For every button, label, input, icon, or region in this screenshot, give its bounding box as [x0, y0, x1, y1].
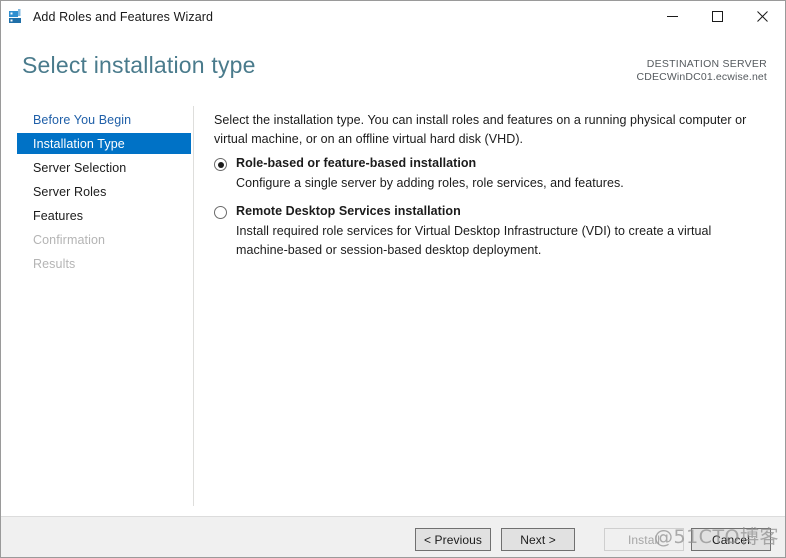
sidebar-item-server-roles[interactable]: Server Roles [17, 181, 191, 202]
wizard-window: Add Roles and Features Wizard Select ins… [0, 0, 786, 558]
option-role-based-description: Configure a single server by adding role… [236, 176, 624, 190]
sidebar-item-confirmation: Confirmation [33, 232, 106, 247]
option-remote-desktop-description: Install required role services for Virtu… [236, 224, 712, 257]
option-remote-desktop-label: Remote Desktop Services installation [236, 204, 461, 218]
footer-bar: < Previous Next > Install Cancel [1, 517, 785, 557]
previous-button[interactable]: < Previous [415, 528, 491, 551]
radio-role-based[interactable] [214, 158, 227, 171]
window-controls [650, 1, 785, 32]
install-button: Install [604, 528, 684, 551]
next-button[interactable]: Next > [501, 528, 575, 551]
destination-server-block: DESTINATION SERVER CDECWinDC01.ecwise.ne… [636, 58, 767, 85]
body-area: Before You Begin Installation Type Serve… [1, 101, 785, 512]
cancel-button[interactable]: Cancel [691, 528, 771, 551]
radio-remote-desktop[interactable] [214, 206, 227, 219]
option-role-based-label: Role-based or feature-based installation [236, 156, 477, 170]
minimize-icon[interactable] [650, 1, 695, 32]
sidebar-item-features[interactable]: Features [17, 205, 191, 226]
wizard-icon [8, 8, 25, 25]
sidebar-item-server-selection[interactable]: Server Selection [17, 157, 191, 178]
content-pane: Select the installation type. You can in… [193, 101, 785, 512]
sidebar-item-installation-type[interactable]: Installation Type [17, 133, 191, 154]
sidebar-item-results: Results [33, 256, 76, 271]
page-header: Select installation type DESTINATION SER… [1, 32, 785, 101]
destination-server-label: DESTINATION SERVER [646, 58, 767, 70]
option-remote-desktop[interactable]: Remote Desktop Services installation Ins… [214, 204, 766, 260]
page-title: Select installation type [22, 52, 256, 78]
option-role-based[interactable]: Role-based or feature-based installation… [214, 156, 766, 193]
destination-server-name: CDECWinDC01.ecwise.net [636, 71, 767, 84]
window-title: Add Roles and Features Wizard [33, 9, 214, 24]
wizard-navigation: Before You Begin Installation Type Serve… [1, 101, 193, 512]
intro-text: Select the installation type. You can in… [214, 113, 747, 146]
title-bar: Add Roles and Features Wizard [1, 1, 785, 32]
close-icon[interactable] [740, 1, 785, 32]
maximize-icon[interactable] [695, 1, 740, 32]
sidebar-item-before-you-begin[interactable]: Before You Begin [17, 109, 191, 130]
